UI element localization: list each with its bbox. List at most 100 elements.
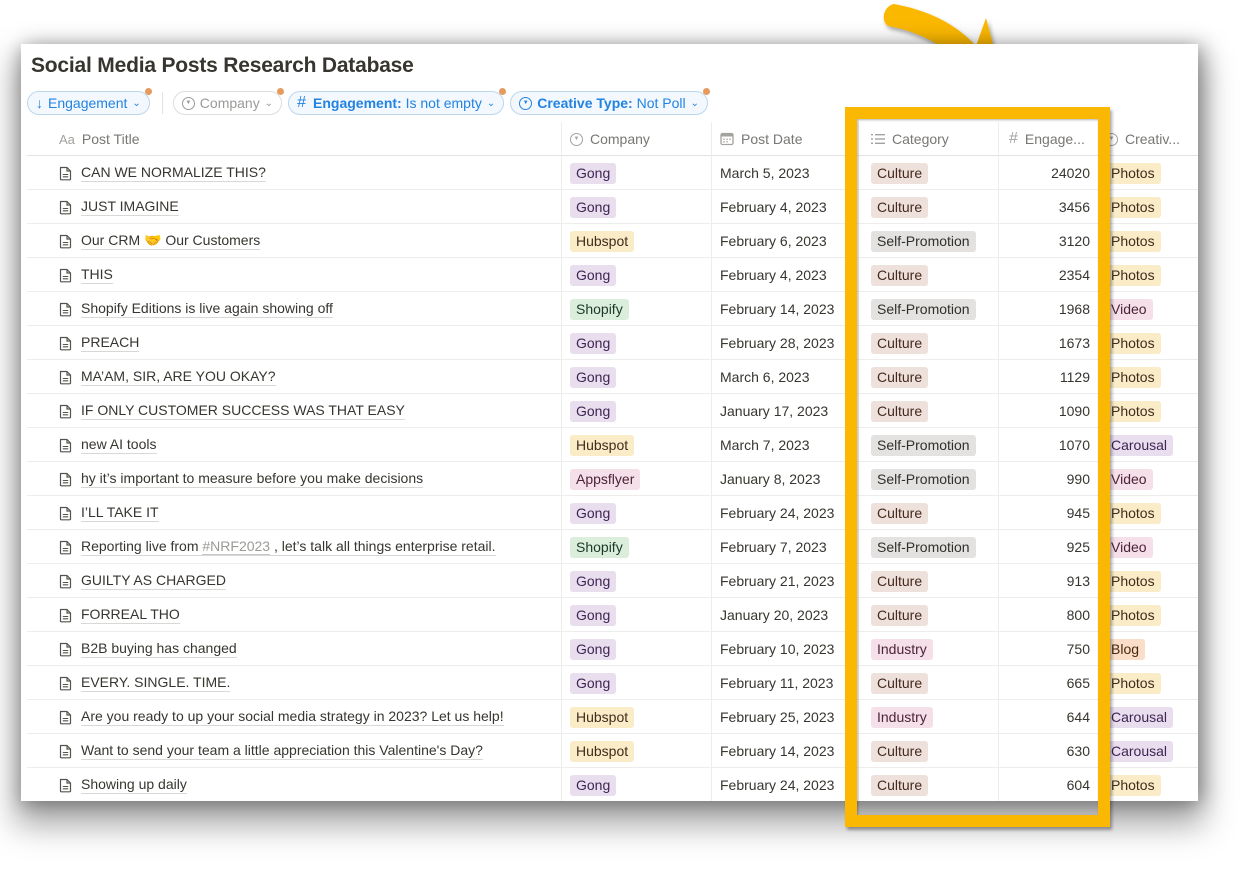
company-cell[interactable]: Gong xyxy=(562,496,712,530)
creative-type-cell[interactable]: Photos xyxy=(1099,156,1198,190)
column-header-creative-type[interactable]: ▼ Creativ... xyxy=(1099,122,1198,156)
engagement-cell[interactable]: 1090 xyxy=(999,394,1099,428)
engagement-cell[interactable]: 24020 xyxy=(999,156,1099,190)
post-date-cell[interactable]: February 24, 2023 xyxy=(712,496,859,530)
post-title-link[interactable]: THIS xyxy=(81,266,113,284)
engagement-cell[interactable]: 945 xyxy=(999,496,1099,530)
table-row[interactable]: Our CRM 🤝 Our Customers Hubspot February… xyxy=(27,224,1198,258)
company-cell[interactable]: Shopify xyxy=(562,530,712,564)
table-row[interactable]: new AI tools Hubspot March 7, 2023 Self-… xyxy=(27,428,1198,462)
category-cell[interactable]: Culture xyxy=(859,598,999,632)
engagement-cell[interactable]: 644 xyxy=(999,700,1099,734)
sort-engagement-chip[interactable]: ↓ Engagement ⌄ xyxy=(27,88,152,115)
table-row[interactable]: Want to send your team a little apprecia… xyxy=(27,734,1198,768)
engagement-cell[interactable]: 630 xyxy=(999,734,1099,768)
post-date-cell[interactable]: March 7, 2023 xyxy=(712,428,859,462)
table-row[interactable]: CAN WE NORMALIZE THIS? Gong March 5, 202… xyxy=(27,156,1198,190)
table-row[interactable]: I’LL TAKE IT Gong February 24, 2023 Cult… xyxy=(27,496,1198,530)
company-cell[interactable]: Appsflyer xyxy=(562,462,712,496)
post-date-cell[interactable]: February 24, 2023 xyxy=(712,768,859,801)
table-row[interactable]: JUST IMAGINE Gong February 4, 2023 Cultu… xyxy=(27,190,1198,224)
post-title-cell[interactable]: CAN WE NORMALIZE THIS? xyxy=(27,156,562,190)
post-title-link[interactable]: B2B buying has changed xyxy=(81,640,237,658)
filter-creative-type-chip[interactable]: ▼ Creative Type: Not Poll ⌄ xyxy=(510,88,711,115)
post-title-cell[interactable]: Want to send your team a little apprecia… xyxy=(27,734,562,768)
post-date-cell[interactable]: January 17, 2023 xyxy=(712,394,859,428)
company-cell[interactable]: Hubspot xyxy=(562,734,712,768)
post-date-cell[interactable]: February 25, 2023 xyxy=(712,700,859,734)
table-row[interactable]: EVERY. SINGLE. TIME. Gong February 11, 2… xyxy=(27,666,1198,700)
post-title-link[interactable]: CAN WE NORMALIZE THIS? xyxy=(81,164,266,182)
category-cell[interactable]: Self-Promotion xyxy=(859,224,999,258)
column-header-post-title[interactable]: Aa Post Title xyxy=(27,122,562,156)
company-cell[interactable]: Gong xyxy=(562,156,712,190)
table-row[interactable]: Are you ready to up your social media st… xyxy=(27,700,1198,734)
post-date-cell[interactable]: February 4, 2023 xyxy=(712,258,859,292)
post-title-cell[interactable]: hy it’s important to measure before you … xyxy=(27,462,562,496)
table-row[interactable]: Reporting live from #NRF2023 , let’s tal… xyxy=(27,530,1198,564)
column-header-company[interactable]: ▼ Company xyxy=(562,122,712,156)
creative-type-cell[interactable]: Carousal xyxy=(1099,734,1198,768)
company-cell[interactable]: Gong xyxy=(562,360,712,394)
post-title-cell[interactable]: Are you ready to up your social media st… xyxy=(27,700,562,734)
post-title-cell[interactable]: Shopify Editions is live again showing o… xyxy=(27,292,562,326)
category-cell[interactable]: Culture xyxy=(859,190,999,224)
company-cell[interactable]: Hubspot xyxy=(562,224,712,258)
engagement-cell[interactable]: 913 xyxy=(999,564,1099,598)
engagement-cell[interactable]: 750 xyxy=(999,632,1099,666)
table-row[interactable]: MA’AM, SIR, ARE YOU OKAY? Gong March 6, … xyxy=(27,360,1198,394)
post-title-cell[interactable]: Showing up daily xyxy=(27,768,562,801)
post-date-cell[interactable]: February 6, 2023 xyxy=(712,224,859,258)
creative-type-cell[interactable]: Photos xyxy=(1099,258,1198,292)
table-row[interactable]: FORREAL THO Gong January 20, 2023 Cultur… xyxy=(27,598,1198,632)
company-cell[interactable]: Gong xyxy=(562,258,712,292)
post-title-cell[interactable]: B2B buying has changed xyxy=(27,632,562,666)
post-title-cell[interactable]: Our CRM 🤝 Our Customers xyxy=(27,224,562,258)
table-row[interactable]: THIS Gong February 4, 2023 Culture 2354 … xyxy=(27,258,1198,292)
category-cell[interactable]: Culture xyxy=(859,156,999,190)
creative-type-cell[interactable]: Video xyxy=(1099,462,1198,496)
post-title-cell[interactable]: GUILTY AS CHARGED xyxy=(27,564,562,598)
post-title-link[interactable]: MA’AM, SIR, ARE YOU OKAY? xyxy=(81,368,276,386)
table-row[interactable]: Shopify Editions is live again showing o… xyxy=(27,292,1198,326)
category-cell[interactable]: Culture xyxy=(859,258,999,292)
creative-type-cell[interactable]: Carousal xyxy=(1099,700,1198,734)
category-cell[interactable]: Culture xyxy=(859,496,999,530)
creative-type-cell[interactable]: Photos xyxy=(1099,666,1198,700)
post-title-link[interactable]: Are you ready to up your social media st… xyxy=(81,708,504,726)
company-cell[interactable]: Gong xyxy=(562,768,712,801)
post-title-link[interactable]: IF ONLY CUSTOMER SUCCESS WAS THAT EASY xyxy=(81,402,405,420)
creative-type-cell[interactable]: Photos xyxy=(1099,190,1198,224)
creative-type-cell[interactable]: Photos xyxy=(1099,496,1198,530)
company-cell[interactable]: Gong xyxy=(562,632,712,666)
post-title-link[interactable]: I’LL TAKE IT xyxy=(81,504,159,522)
table-row[interactable]: hy it’s important to measure before you … xyxy=(27,462,1198,496)
engagement-cell[interactable]: 1070 xyxy=(999,428,1099,462)
category-cell[interactable]: Self-Promotion xyxy=(859,292,999,326)
company-cell[interactable]: Gong xyxy=(562,564,712,598)
creative-type-cell[interactable]: Video xyxy=(1099,292,1198,326)
post-title-cell[interactable]: Reporting live from #NRF2023 , let’s tal… xyxy=(27,530,562,564)
post-date-cell[interactable]: February 14, 2023 xyxy=(712,734,859,768)
creative-type-cell[interactable]: Photos xyxy=(1099,326,1198,360)
engagement-cell[interactable]: 800 xyxy=(999,598,1099,632)
table-row[interactable]: IF ONLY CUSTOMER SUCCESS WAS THAT EASY G… xyxy=(27,394,1198,428)
table-row[interactable]: B2B buying has changed Gong February 10,… xyxy=(27,632,1198,666)
engagement-cell[interactable]: 2354 xyxy=(999,258,1099,292)
filter-company-chip[interactable]: ▼ Company ⌄ xyxy=(172,88,285,115)
creative-type-cell[interactable]: Photos xyxy=(1099,394,1198,428)
category-cell[interactable]: Culture xyxy=(859,360,999,394)
post-date-cell[interactable]: February 21, 2023 xyxy=(712,564,859,598)
category-cell[interactable]: Culture xyxy=(859,394,999,428)
creative-type-cell[interactable]: Photos xyxy=(1099,598,1198,632)
post-date-cell[interactable]: February 11, 2023 xyxy=(712,666,859,700)
category-cell[interactable]: Self-Promotion xyxy=(859,462,999,496)
post-title-cell[interactable]: EVERY. SINGLE. TIME. xyxy=(27,666,562,700)
post-title-link[interactable]: GUILTY AS CHARGED xyxy=(81,572,226,590)
company-cell[interactable]: Hubspot xyxy=(562,700,712,734)
engagement-cell[interactable]: 665 xyxy=(999,666,1099,700)
post-title-link[interactable]: Shopify Editions is live again showing o… xyxy=(81,300,333,318)
post-title-link[interactable]: Showing up daily xyxy=(81,776,187,794)
engagement-cell[interactable]: 1968 xyxy=(999,292,1099,326)
creative-type-cell[interactable]: Photos xyxy=(1099,564,1198,598)
